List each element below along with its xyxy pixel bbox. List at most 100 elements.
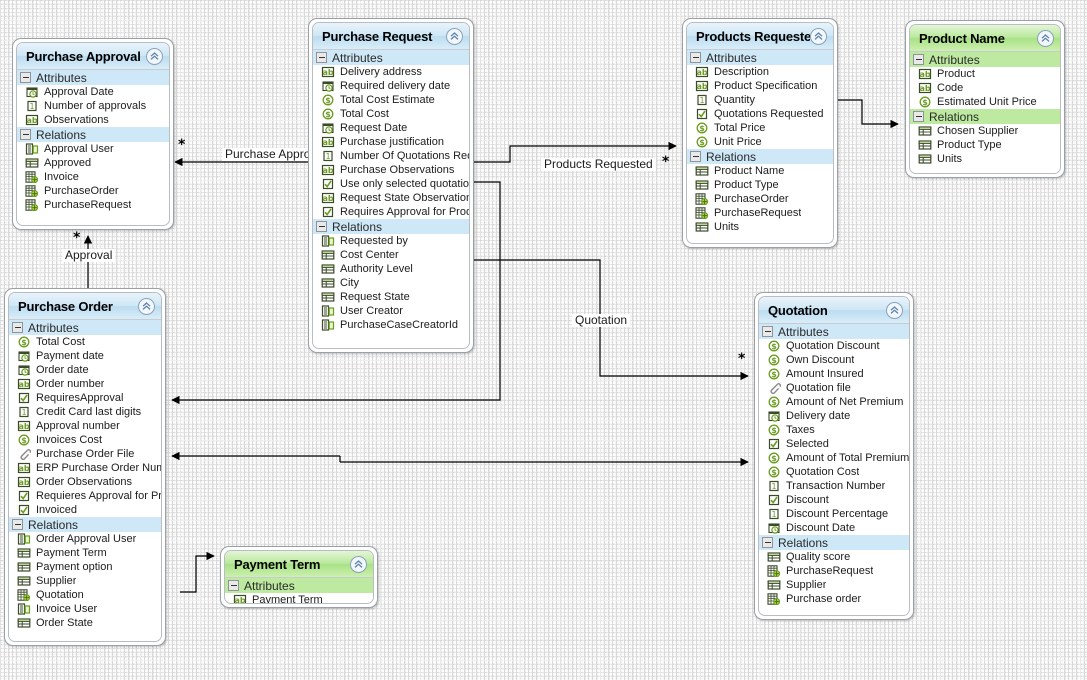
- entity-row[interactable]: Payment Term: [9, 546, 161, 560]
- entity-row[interactable]: City: [313, 276, 469, 290]
- entity-row[interactable]: $ Estimated Unit Price: [910, 95, 1060, 109]
- entity-row[interactable]: Units: [910, 152, 1060, 166]
- collapse-section-icon[interactable]: [762, 537, 773, 548]
- entity-row[interactable]: $ Total Cost: [313, 107, 469, 121]
- entity-row[interactable]: ab Purchase Observations: [313, 163, 469, 177]
- entity-row[interactable]: Order Approval User: [9, 532, 161, 546]
- entity-row[interactable]: $ Total Cost Estimate: [313, 93, 469, 107]
- entity-row[interactable]: Invoiced: [9, 503, 161, 517]
- section-header-attributes[interactable]: Attributes: [9, 320, 161, 335]
- collapse-section-icon[interactable]: [316, 221, 327, 232]
- entity-row[interactable]: Purchase Order File: [9, 447, 161, 461]
- entity-header[interactable]: Purchase Order: [9, 293, 161, 320]
- collapse-icon[interactable]: [810, 27, 827, 45]
- entity-quotation[interactable]: Quotation Attributes $ Quotation Discount $ O…: [754, 292, 914, 620]
- entity-row[interactable]: Invoice User: [9, 602, 161, 616]
- entity-header[interactable]: Products Requested for: [687, 23, 833, 50]
- entity-header[interactable]: Purchase Request: [313, 23, 469, 50]
- entity-row[interactable]: Quotation file: [759, 381, 909, 395]
- entity-row[interactable]: ab Code: [910, 81, 1060, 95]
- collapse-section-icon[interactable]: [228, 580, 239, 591]
- entity-row[interactable]: Invoice: [17, 170, 169, 184]
- entity-row[interactable]: PurchaseCaseCreatorId: [313, 318, 469, 332]
- entity-row[interactable]: Supplier: [9, 574, 161, 588]
- entity-row[interactable]: ab Order Observations: [9, 475, 161, 489]
- entity-row[interactable]: Quality score: [759, 550, 909, 564]
- entity-row[interactable]: $ Unit Price: [687, 135, 833, 149]
- section-header-relations[interactable]: Relations: [17, 127, 169, 142]
- entity-row[interactable]: $ Amount of Total Premium: [759, 451, 909, 465]
- entity-row[interactable]: $ Quotation Cost: [759, 465, 909, 479]
- entity-row[interactable]: ab Description: [687, 65, 833, 79]
- entity-row[interactable]: PurchaseRequest: [17, 198, 169, 212]
- section-header-relations[interactable]: Relations: [313, 219, 469, 234]
- collapse-icon[interactable]: [1037, 29, 1054, 47]
- entity-row[interactable]: Requieres Approval for Product: [9, 489, 161, 503]
- entity-row[interactable]: Chosen Supplier: [910, 124, 1060, 138]
- entity-row[interactable]: Product Type: [910, 138, 1060, 152]
- collapse-section-icon[interactable]: [12, 322, 23, 333]
- collapse-icon[interactable]: [446, 27, 463, 45]
- section-header-attributes[interactable]: Attributes: [313, 50, 469, 65]
- entity-row[interactable]: ab Payment Term: [225, 593, 373, 603]
- entity-row[interactable]: $ Amount of Net Premium: [759, 395, 909, 409]
- section-header-attributes[interactable]: Attributes: [910, 52, 1060, 67]
- section-header-relations[interactable]: Relations: [759, 535, 909, 550]
- entity-row[interactable]: 1 Number Of Quotations Required: [313, 149, 469, 163]
- entity-row[interactable]: Quotation: [9, 588, 161, 602]
- entity-header[interactable]: Purchase Approval: [17, 43, 169, 70]
- entity-row[interactable]: Approval Date: [17, 85, 169, 99]
- collapse-icon[interactable]: [146, 47, 163, 65]
- entity-row[interactable]: 1 Credit Card last digits: [9, 405, 161, 419]
- collapse-section-icon[interactable]: [20, 72, 31, 83]
- entity-row[interactable]: $ Invoices Cost: [9, 433, 161, 447]
- entity-header[interactable]: Payment Term: [225, 551, 373, 578]
- entity-row[interactable]: $ Taxes: [759, 423, 909, 437]
- entity-row[interactable]: Purchase order: [759, 592, 909, 606]
- section-header-attributes[interactable]: Attributes: [17, 70, 169, 85]
- entity-product-name[interactable]: Product Name Attributes ab Product ab Code $ Es…: [905, 20, 1065, 178]
- entity-row[interactable]: 1 Transaction Number: [759, 479, 909, 493]
- section-header-relations[interactable]: Relations: [9, 517, 161, 532]
- section-header-attributes[interactable]: Attributes: [687, 50, 833, 65]
- section-header-relations[interactable]: Relations: [910, 109, 1060, 124]
- entity-payment-term[interactable]: Payment Term Attributes ab Payment Term: [220, 546, 378, 608]
- entity-row[interactable]: 1 Discount Percentage: [759, 507, 909, 521]
- entity-products-requested[interactable]: Products Requested for Attributes ab Descri…: [682, 18, 838, 248]
- entity-row[interactable]: ab Observations: [17, 113, 169, 127]
- entity-row[interactable]: Product Name: [687, 164, 833, 178]
- collapse-section-icon[interactable]: [316, 52, 327, 63]
- entity-row[interactable]: Request Date: [313, 121, 469, 135]
- entity-purchase-order[interactable]: Purchase Order Attributes $ Total Cost Payme…: [4, 288, 166, 646]
- section-header-attributes[interactable]: Attributes: [225, 578, 373, 593]
- entity-row[interactable]: ab Purchase justification: [313, 135, 469, 149]
- collapse-section-icon[interactable]: [913, 111, 924, 122]
- entity-row[interactable]: ab Product: [910, 67, 1060, 81]
- entity-row[interactable]: Cost Center: [313, 248, 469, 262]
- entity-row[interactable]: $ Amount Insured: [759, 367, 909, 381]
- entity-row[interactable]: Supplier: [759, 578, 909, 592]
- entity-row[interactable]: Approval User: [17, 142, 169, 156]
- entity-row[interactable]: Payment option: [9, 560, 161, 574]
- collapse-icon[interactable]: [886, 301, 903, 319]
- collapse-section-icon[interactable]: [913, 54, 924, 65]
- entity-row[interactable]: ab Delivery address: [313, 65, 469, 79]
- entity-row[interactable]: Payment date: [9, 349, 161, 363]
- entity-row[interactable]: ab Approval number: [9, 419, 161, 433]
- entity-row[interactable]: $ Quotation Discount: [759, 339, 909, 353]
- entity-row[interactable]: $ Total Cost: [9, 335, 161, 349]
- collapse-icon[interactable]: [350, 555, 367, 573]
- entity-row[interactable]: Order date: [9, 363, 161, 377]
- entity-row[interactable]: PurchaseRequest: [759, 564, 909, 578]
- collapse-section-icon[interactable]: [690, 151, 701, 162]
- section-header-attributes[interactable]: Attributes: [759, 324, 909, 339]
- entity-row[interactable]: ab Request State Observation: [313, 191, 469, 205]
- entity-row[interactable]: ab ERP Purchase Order Number: [9, 461, 161, 475]
- entity-row[interactable]: PurchaseRequest: [687, 206, 833, 220]
- entity-row[interactable]: 1 Number of approvals: [17, 99, 169, 113]
- entity-row[interactable]: Delivery date: [759, 409, 909, 423]
- entity-row[interactable]: Authority Level: [313, 262, 469, 276]
- entity-row[interactable]: Discount: [759, 493, 909, 507]
- entity-purchase-request[interactable]: Purchase Request Attributes ab Delivery add…: [308, 18, 474, 353]
- entity-purchase-approval[interactable]: Purchase Approval Attributes Approval Date…: [12, 38, 174, 230]
